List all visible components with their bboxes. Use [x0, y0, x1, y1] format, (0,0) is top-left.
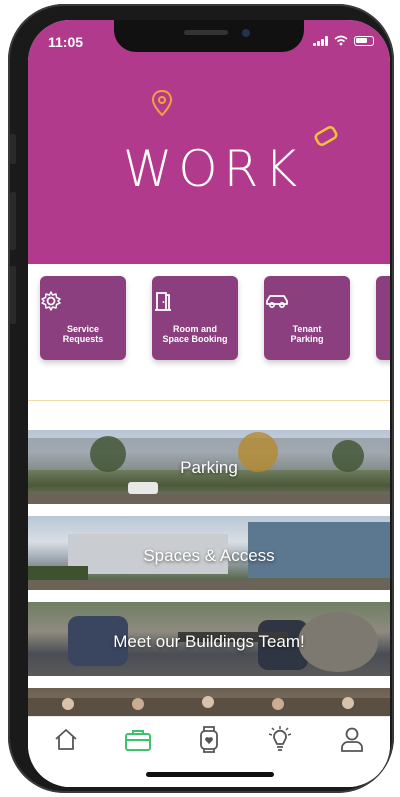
lightbulb-icon[interactable] — [260, 725, 300, 753]
car-icon — [266, 295, 288, 309]
quick-actions-row: Service Requests Room and Space Booking … — [28, 264, 390, 374]
crowd-photo — [28, 696, 390, 716]
service-requests-label: Service Requests — [62, 324, 104, 344]
spaces-access-banner[interactable]: Spaces & Access — [28, 516, 390, 590]
spaces-access-banner-title: Spaces & Access — [143, 546, 275, 565]
hero-header: 11:05 WORK — [28, 20, 390, 264]
mute-switch — [10, 134, 16, 164]
work-logo: WORK — [122, 140, 304, 198]
battery-icon — [354, 35, 374, 46]
buildings-team-banner[interactable]: Meet our Buildings Team! — [28, 602, 390, 676]
next-tile-partial[interactable] — [376, 276, 390, 360]
watch-heart-icon[interactable] — [189, 725, 229, 753]
cellular-signal-icon — [313, 35, 328, 46]
section-divider — [28, 400, 390, 401]
tenant-parking-label: Tenant Parking — [290, 324, 324, 344]
door-icon — [155, 292, 171, 311]
room-booking-tile[interactable]: Room and Space Booking — [152, 276, 238, 360]
briefcase-icon[interactable] — [118, 725, 158, 753]
home-icon[interactable] — [46, 725, 86, 753]
status-time: 11:05 — [48, 34, 84, 50]
app-screen: 11:05 WORK Service Requests Room and Spa… — [28, 20, 390, 787]
room-booking-label: Room and Space Booking — [162, 324, 228, 344]
notch — [114, 20, 304, 52]
buildings-team-banner-title: Meet our Buildings Team! — [113, 632, 305, 651]
tenant-parking-tile[interactable]: Tenant Parking — [264, 276, 350, 360]
wifi-icon — [334, 35, 348, 46]
status-icons — [313, 35, 374, 46]
volume-down-button — [10, 266, 16, 324]
volume-up-button — [10, 192, 16, 250]
parking-banner[interactable]: Parking — [28, 430, 390, 504]
tab-bar — [28, 716, 390, 787]
profile-icon[interactable] — [332, 725, 372, 753]
service-requests-tile[interactable]: Service Requests — [40, 276, 126, 360]
parking-banner-title: Parking — [180, 458, 238, 477]
crowd-banner-partial[interactable] — [28, 688, 390, 716]
gear-icon — [41, 291, 61, 311]
location-pin-icon — [152, 90, 172, 116]
home-indicator — [146, 772, 274, 777]
